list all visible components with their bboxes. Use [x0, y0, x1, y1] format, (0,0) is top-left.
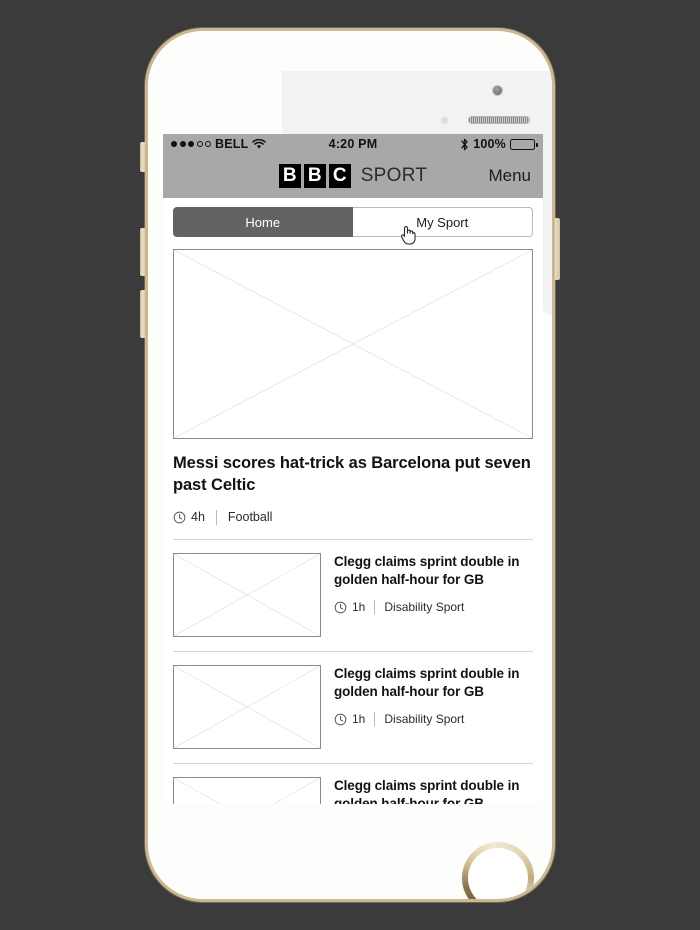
clock-icon [334, 713, 347, 726]
story-headline[interactable]: Clegg claims sprint double in golden hal… [334, 553, 533, 590]
hero-image-placeholder[interactable] [173, 249, 533, 439]
story-list-item[interactable]: Clegg claims sprint double in golden hal… [173, 664, 533, 749]
story-headline[interactable]: Clegg claims sprint double in golden hal… [334, 665, 533, 702]
volume-up-button[interactable] [140, 228, 147, 276]
story-time-ago: 1h [352, 600, 366, 615]
story-category[interactable]: Disability Sport [384, 600, 464, 614]
clock-icon [173, 511, 186, 523]
home-button-inner [468, 848, 528, 899]
meta-divider [374, 712, 376, 727]
wifi-icon [252, 138, 267, 150]
tab-my-sport[interactable]: My Sport [352, 207, 533, 237]
front-camera-icon [492, 85, 503, 96]
story-image-placeholder[interactable] [173, 776, 321, 804]
home-button[interactable] [462, 842, 534, 899]
story-body: Clegg claims sprint double in golden hal… [334, 553, 533, 637]
bbc-logo: B B C SPORT [278, 164, 428, 188]
tab-bar: Home My Sport [173, 207, 533, 245]
status-bar-right: 100% [460, 137, 538, 151]
story-meta: 1h Disability Sport [334, 712, 533, 727]
silent-switch-button[interactable] [140, 142, 147, 172]
app-header: B B C SPORT Menu [163, 154, 543, 198]
menu-button[interactable]: Menu [488, 166, 531, 186]
hero-headline[interactable]: Messi scores hat-trick as Barcelona put … [173, 453, 533, 497]
volume-down-button[interactable] [140, 290, 147, 338]
hero-category[interactable]: Football [228, 510, 272, 524]
story-meta: 1h Disability Sport [334, 600, 533, 615]
meta-divider [374, 600, 376, 615]
phone-device-frame: BELL 4:20 PM 100% B B C SPORT Menu Home … [145, 28, 555, 902]
bbc-logo-letter-1: B [278, 164, 301, 188]
bbc-logo-letter-2: B [303, 164, 326, 188]
hero-meta: 4h Football [173, 509, 533, 525]
meta-divider [215, 509, 217, 525]
phone-body: BELL 4:20 PM 100% B B C SPORT Menu Home … [148, 31, 552, 899]
section-divider [173, 762, 533, 764]
news-feed: Messi scores hat-trick as Barcelona put … [163, 249, 543, 804]
story-list-item[interactable]: Clegg claims sprint double in golden hal… [173, 776, 533, 804]
section-divider [173, 650, 533, 652]
proximity-sensor-icon [441, 117, 448, 124]
tab-home[interactable]: Home [173, 207, 353, 237]
status-bar: BELL 4:20 PM 100% [163, 134, 543, 154]
battery-icon [510, 138, 538, 150]
story-category[interactable]: Disability Sport [384, 712, 464, 726]
story-image-placeholder[interactable] [173, 664, 321, 749]
carrier-label: BELL [215, 137, 249, 151]
earpiece-speaker [468, 116, 530, 124]
story-body: Clegg claims sprint double in golden hal… [334, 665, 533, 749]
hero-time-ago: 4h [191, 510, 205, 525]
clock-icon [334, 601, 347, 614]
signal-strength-icon [171, 141, 211, 147]
story-headline[interactable]: Clegg claims sprint double in golden hal… [334, 777, 533, 804]
story-time-ago: 1h [352, 712, 366, 727]
story-list-item[interactable]: Clegg claims sprint double in golden hal… [173, 552, 533, 637]
story-image-placeholder[interactable] [173, 552, 321, 637]
power-button[interactable] [553, 218, 560, 280]
sport-wordmark: SPORT [360, 165, 428, 186]
bluetooth-icon [460, 138, 469, 151]
bbc-logo-letter-3: C [328, 164, 351, 188]
section-divider [173, 538, 533, 540]
status-bar-left: BELL [171, 137, 267, 151]
battery-percent-label: 100% [473, 137, 506, 151]
story-body: Clegg claims sprint double in golden hal… [334, 777, 533, 804]
phone-screen: BELL 4:20 PM 100% B B C SPORT Menu Home … [163, 134, 543, 804]
